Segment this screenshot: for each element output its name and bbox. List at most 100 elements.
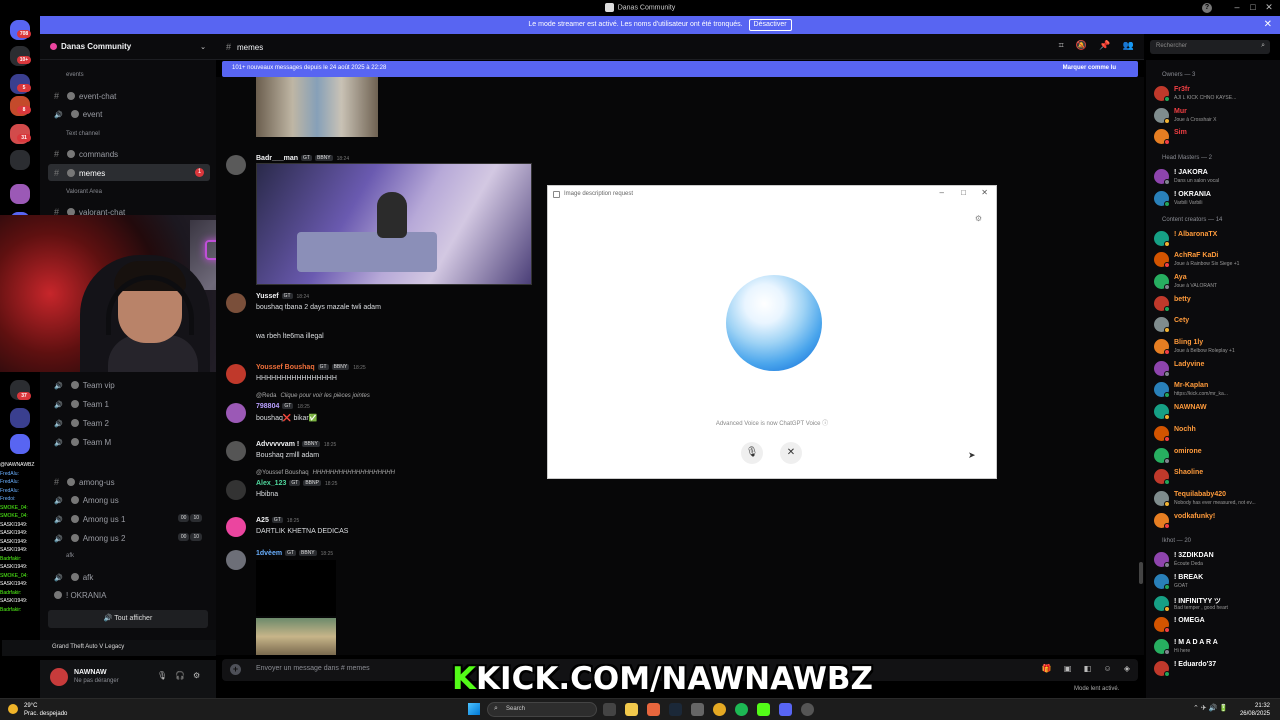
member-row[interactable]: Tequilababy420 Nobody has ever measured, … bbox=[1152, 489, 1280, 508]
discord-icon[interactable] bbox=[779, 703, 792, 716]
message-author[interactable]: 1dvèem bbox=[256, 550, 282, 557]
maximize-button[interactable]: □ bbox=[1246, 2, 1260, 12]
modal-close-button[interactable]: ✕ bbox=[981, 188, 988, 197]
close-button[interactable]: ✕ bbox=[1262, 2, 1276, 13]
channel--okrania[interactable]: ! OKRANIA bbox=[48, 587, 210, 604]
windows-start-icon[interactable] bbox=[468, 703, 480, 715]
member-row[interactable]: betty bbox=[1152, 294, 1280, 313]
server-icon[interactable] bbox=[10, 408, 30, 428]
chevron-down-icon[interactable]: ⌄ bbox=[200, 43, 206, 51]
reply-preview[interactable]: @Reda Clique pour voir les pièces jointes bbox=[256, 393, 370, 399]
avatar[interactable] bbox=[226, 364, 246, 384]
channel-team-m[interactable]: 🔊 Team M bbox=[48, 434, 210, 451]
weather-widget[interactable]: 29°C Prac. despejado bbox=[24, 702, 67, 718]
member-row[interactable]: Shaoline bbox=[1152, 467, 1280, 486]
add-attachment-icon[interactable]: + bbox=[230, 664, 241, 675]
server-header[interactable]: Danas Community ⌄ bbox=[40, 34, 216, 60]
channel-among-us-2[interactable]: 🔊 Among us 2 00 10 bbox=[48, 530, 210, 547]
clock[interactable]: 21:32 26/08/2025 bbox=[1240, 702, 1270, 718]
member-row[interactable]: NAWNAW bbox=[1152, 402, 1280, 421]
message-author[interactable]: Advvvvvam ! bbox=[256, 441, 299, 448]
minimize-button[interactable]: – bbox=[1230, 2, 1244, 12]
channel-team-vip[interactable]: 🔊 Team vip bbox=[48, 377, 210, 394]
gift-icon[interactable]: 🎁 bbox=[1042, 664, 1052, 673]
app-icon[interactable] bbox=[801, 703, 814, 716]
avatar[interactable] bbox=[226, 293, 246, 313]
app-icon[interactable] bbox=[647, 703, 660, 716]
server-icon[interactable] bbox=[10, 150, 30, 170]
mark-as-read-button[interactable]: Marquer comme lu bbox=[1063, 65, 1116, 71]
channel-team-2[interactable]: 🔊 Team 2 bbox=[48, 415, 210, 432]
new-messages-bar[interactable]: 101+ nouveaux messages depuis le 24 août… bbox=[222, 61, 1138, 77]
member-row[interactable]: Nochh bbox=[1152, 424, 1280, 443]
member-row[interactable]: ! M A D A R A Hi here bbox=[1152, 637, 1280, 656]
message-author[interactable]: 798804 bbox=[256, 403, 279, 410]
member-row[interactable]: AchRaF KaDi Joue à Rainbow Six Siege +1 bbox=[1152, 250, 1280, 269]
server-icon[interactable] bbox=[10, 184, 30, 204]
scrollbar[interactable] bbox=[1139, 562, 1143, 584]
member-row[interactable]: vodkafunky! bbox=[1152, 511, 1280, 530]
member-row[interactable]: Cety bbox=[1152, 315, 1280, 334]
attachment-image[interactable] bbox=[256, 618, 336, 655]
channel-category[interactable]: Text channel bbox=[66, 131, 100, 137]
member-row[interactable]: ! OKRANIA Varbili Varbili bbox=[1152, 189, 1280, 208]
member-row[interactable]: Mur Joue à Crosshair X bbox=[1152, 106, 1280, 125]
close-icon[interactable]: ✕ bbox=[1264, 16, 1272, 34]
threads-icon[interactable]: ⌗ bbox=[1059, 40, 1064, 51]
gear-icon[interactable]: ⚙ bbox=[193, 671, 200, 680]
member-row[interactable]: Sim bbox=[1152, 127, 1280, 146]
pin-icon[interactable]: 📌 bbox=[1099, 40, 1110, 51]
member-row[interactable]: Fr3fr AJI L KICK CHNO KAYSE... bbox=[1152, 84, 1280, 103]
member-row[interactable]: ! BREAK GOAT bbox=[1152, 572, 1280, 591]
avatar[interactable] bbox=[226, 441, 246, 461]
channel-afk[interactable]: 🔊 afk bbox=[48, 569, 210, 586]
channel-team-1[interactable]: 🔊 Team 1 bbox=[48, 396, 210, 413]
channel-category[interactable]: events bbox=[66, 72, 84, 78]
message-author[interactable]: Alex_123 bbox=[256, 480, 286, 487]
member-row[interactable]: ! JAKORA Dans un salon vocal bbox=[1152, 167, 1280, 186]
channel-among-us-1[interactable]: 🔊 Among us 1 00 10 bbox=[48, 511, 210, 528]
show-all-button[interactable]: 🔊 Tout afficher bbox=[48, 610, 208, 628]
member-row[interactable]: Ladyvine bbox=[1152, 359, 1280, 378]
message-author[interactable]: A25 bbox=[256, 517, 269, 524]
steam-icon[interactable] bbox=[669, 703, 682, 716]
member-row[interactable]: Bling 1ly Joue à Belbow Roleplay +1 bbox=[1152, 337, 1280, 356]
channel-category[interactable]: Valorant Area bbox=[66, 189, 102, 195]
message-author[interactable]: Yussef bbox=[256, 293, 279, 300]
sticker-icon[interactable]: ◧ bbox=[1084, 664, 1092, 673]
channel-event[interactable]: 🔊 event bbox=[48, 106, 210, 123]
system-tray[interactable]: ⌃ ✈ 🔊 🔋 bbox=[1193, 704, 1228, 712]
avatar[interactable] bbox=[226, 403, 246, 423]
modal-maximize-button[interactable]: □ bbox=[961, 188, 966, 197]
microphone-button[interactable]: 🎙 bbox=[741, 442, 763, 464]
file-explorer-icon[interactable] bbox=[625, 703, 638, 716]
modal-minimize-button[interactable]: – bbox=[940, 188, 944, 197]
member-row[interactable]: Mr-Kaplan https://kick.com/mr_ka... bbox=[1152, 380, 1280, 399]
member-row[interactable]: ! AlbaronaTX bbox=[1152, 229, 1280, 248]
member-row[interactable]: Aya Joue à VALORANT bbox=[1152, 272, 1280, 291]
member-row[interactable]: ! 3ZDIKDAN Écoute Deda bbox=[1152, 550, 1280, 569]
taskbar-search[interactable]: ⌕ Search bbox=[487, 702, 597, 717]
settings-icon[interactable]: ⚙ bbox=[975, 214, 982, 223]
channel-event-chat[interactable]: # event-chat bbox=[48, 87, 210, 104]
chatgpt-icon[interactable] bbox=[691, 703, 704, 716]
help-icon[interactable]: ? bbox=[1202, 3, 1212, 13]
chrome-icon[interactable] bbox=[713, 703, 726, 716]
channel-among-us[interactable]: # among-us bbox=[48, 473, 210, 490]
bell-icon[interactable]: 🔕 bbox=[1076, 40, 1087, 51]
reply-preview[interactable]: @Youssef Boushaq HHHHHHHHHHHHHHHHHHH bbox=[256, 470, 395, 476]
microphone-icon[interactable]: 🎙 bbox=[157, 671, 167, 680]
channel-category[interactable]: afk bbox=[66, 553, 74, 559]
message-author[interactable]: Badr___man bbox=[256, 155, 298, 162]
channel-among-us[interactable]: 🔊 Among us bbox=[48, 492, 210, 509]
headphones-icon[interactable]: 🎧 bbox=[175, 671, 185, 680]
apps-icon[interactable]: ◈ bbox=[1124, 664, 1130, 673]
disable-streamer-mode-button[interactable]: Désactiver bbox=[748, 19, 792, 31]
search-input[interactable]: Rechercher ⌕ bbox=[1150, 40, 1270, 54]
end-voice-button[interactable]: ✕ bbox=[780, 442, 802, 464]
avatar[interactable] bbox=[226, 550, 246, 570]
avatar[interactable] bbox=[226, 517, 246, 537]
attachment-image[interactable] bbox=[256, 77, 378, 137]
spotify-icon[interactable] bbox=[735, 703, 748, 716]
avatar[interactable] bbox=[226, 155, 246, 175]
